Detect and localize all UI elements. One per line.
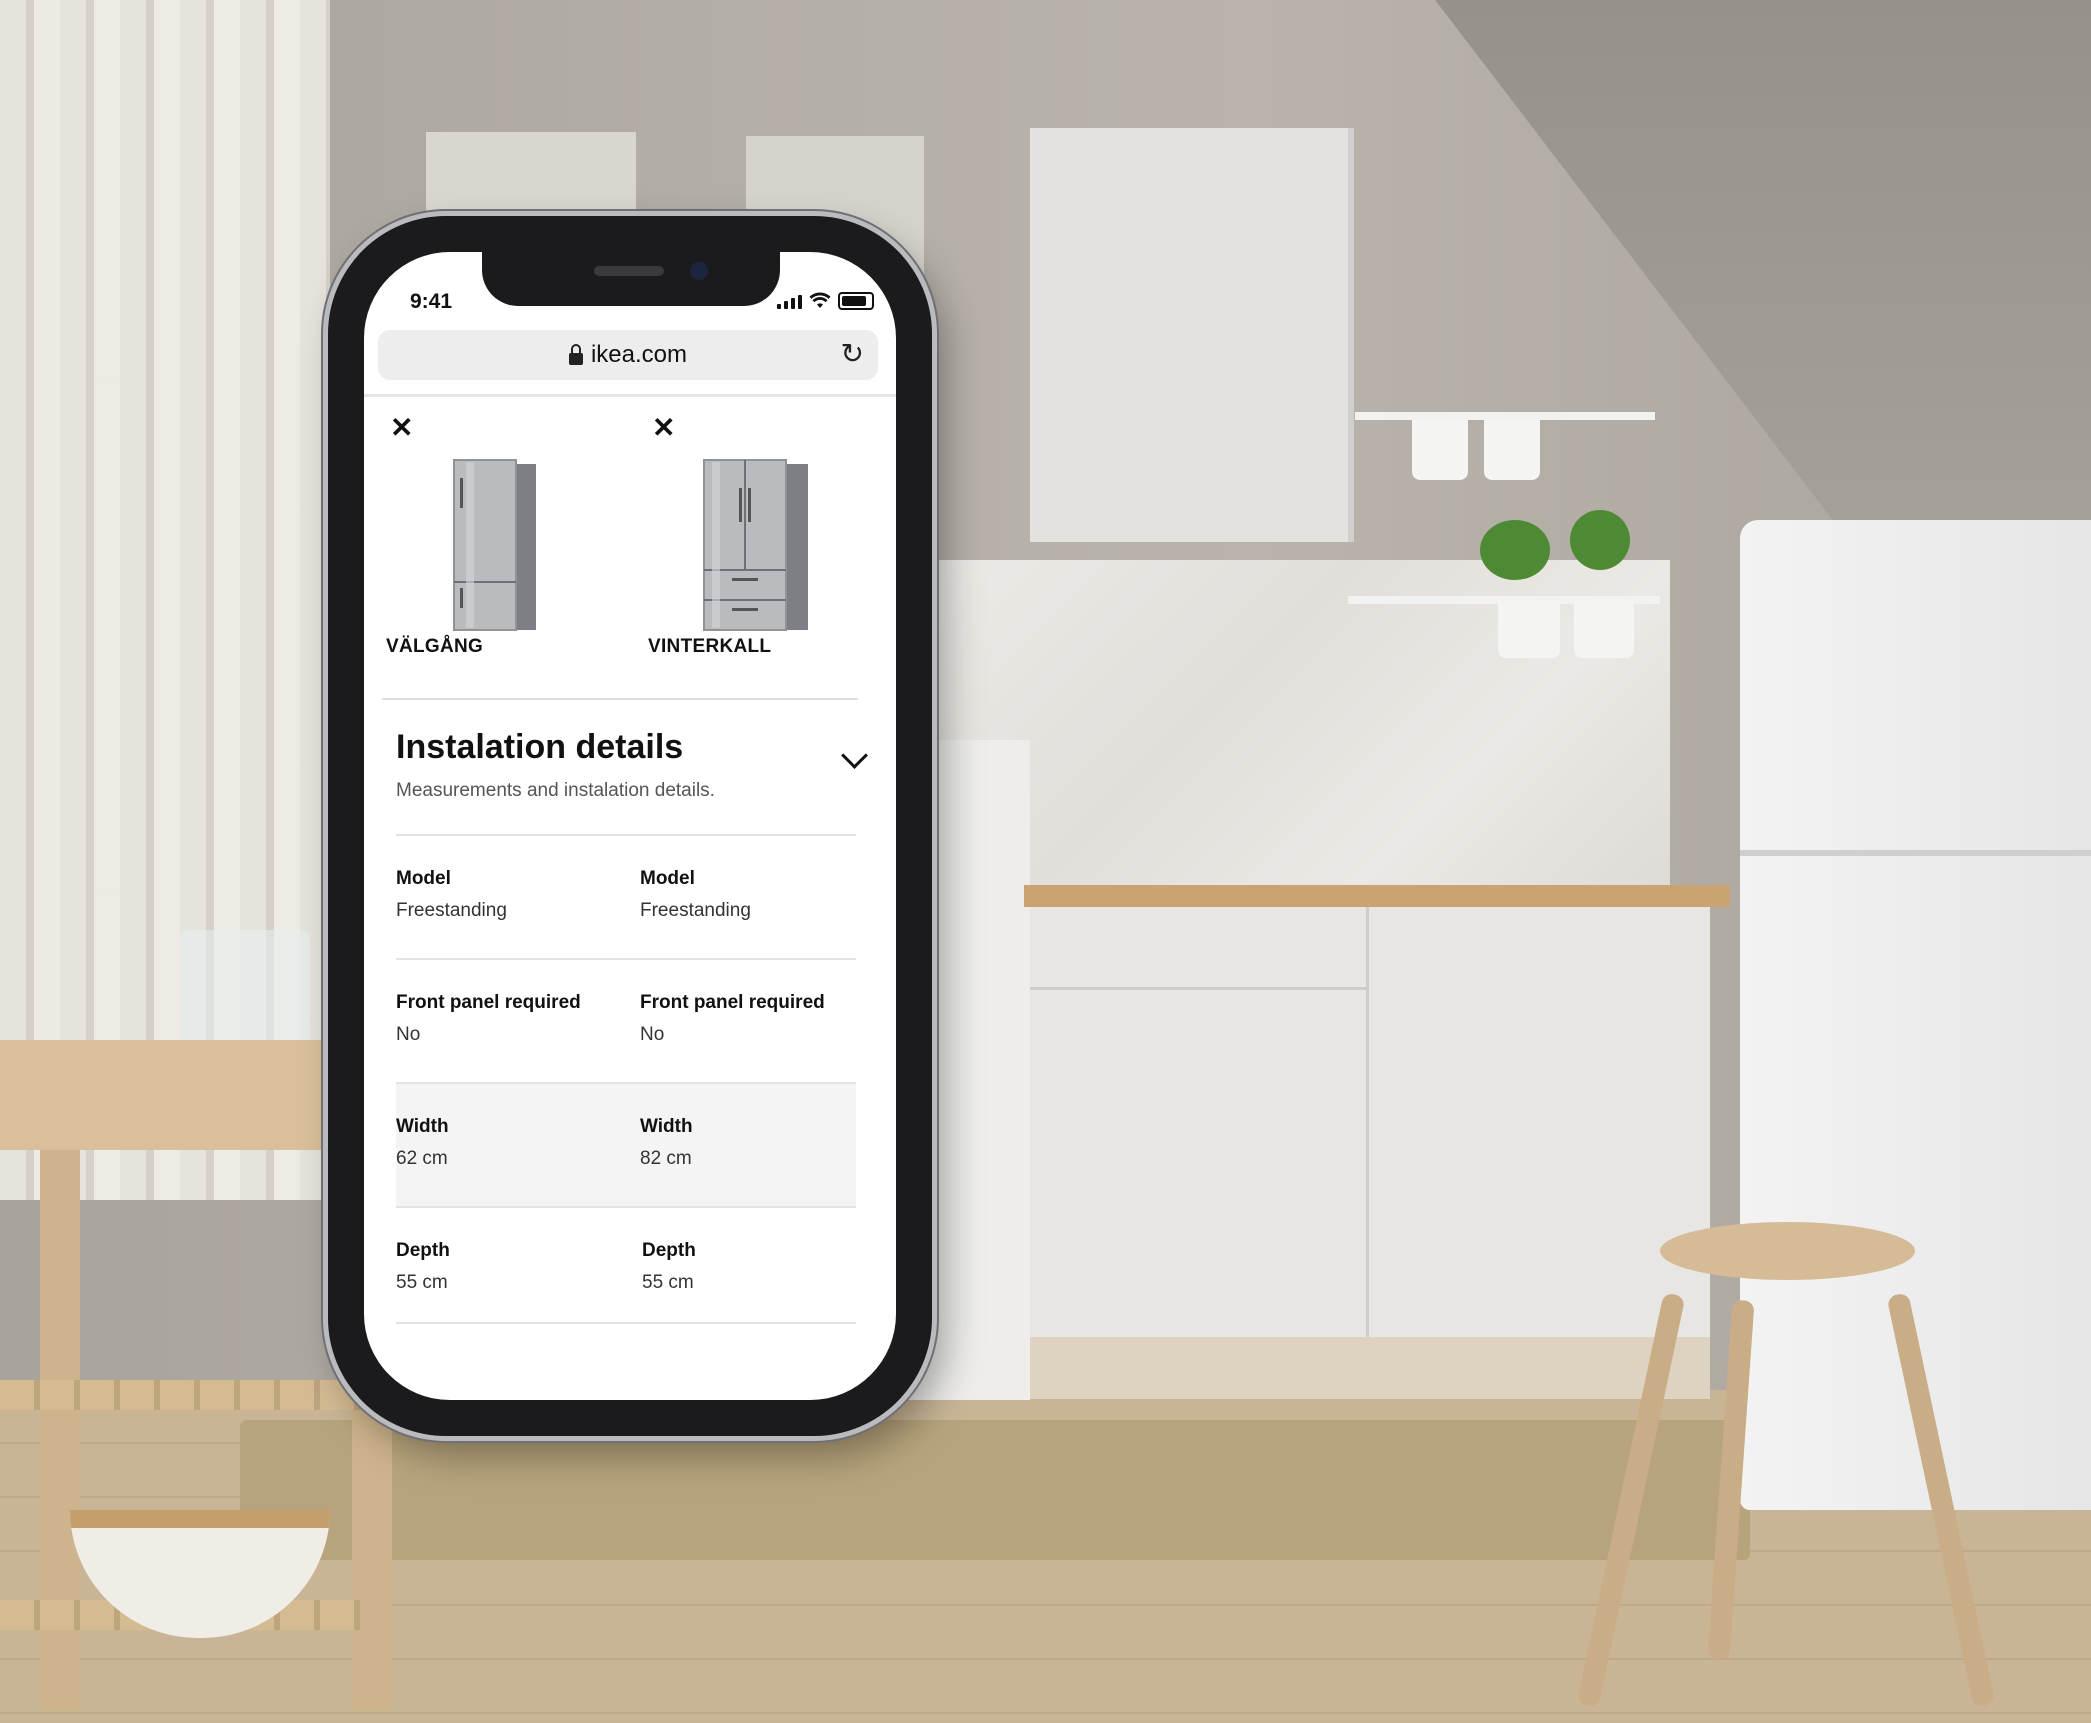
upper-cabinet	[1030, 128, 1354, 542]
divider	[396, 1322, 856, 1344]
stool-seat	[1660, 1222, 1915, 1280]
spec-label: Model	[640, 868, 695, 889]
divider	[364, 394, 896, 397]
fridge-door-line	[1740, 850, 2091, 856]
close-icon[interactable]: ✕	[652, 414, 675, 442]
spec-label: Front panel required	[640, 992, 825, 1013]
compare-products: ✕ VÄLGÅNG ✕ VINTERKALL	[364, 402, 896, 694]
cabinet-divider	[1030, 987, 1366, 990]
spec-value: 82 cm	[640, 1148, 692, 1169]
table-shelf	[0, 1380, 360, 1410]
spec-cell: Depth 55 cm	[396, 1240, 450, 1294]
battery-icon	[838, 292, 874, 310]
spec-label: Width	[640, 1116, 693, 1137]
compare-product: ✕ VÄLGÅNG	[364, 402, 624, 694]
section-title: Instalation details	[396, 728, 684, 766]
lock-icon	[568, 344, 583, 365]
spec-value: 55 cm	[642, 1272, 694, 1293]
spec-value: 62 cm	[396, 1148, 448, 1169]
url-text: ikea.com	[590, 341, 688, 368]
phone-screen: 9:41 ikea.com ↻ ✕ VÄLGÅNG ✕ VINTERKALL I…	[364, 252, 896, 1400]
spec-row: Depth 55 cm Depth 55 cm	[396, 1206, 856, 1330]
divider	[382, 698, 858, 700]
herb-plant	[1480, 520, 1550, 580]
product-name[interactable]: VÄLGÅNG	[386, 636, 483, 658]
base-cabinet	[1030, 907, 1710, 1337]
wifi-icon	[809, 292, 831, 308]
spec-cell: Front panel required No	[396, 992, 581, 1046]
compare-product: ✕ VINTERKALL	[626, 402, 886, 694]
rail-pot	[1412, 420, 1468, 480]
spec-value: Freestanding	[396, 900, 507, 921]
installation-details-accordion[interactable]: Instalation details Measurements and ins…	[396, 720, 868, 820]
spec-cell: Width 62 cm	[396, 1116, 449, 1170]
spec-label: Front panel required	[396, 992, 581, 1013]
herb-plant	[1570, 510, 1630, 570]
reload-icon[interactable]: ↻	[841, 340, 864, 368]
spec-label: Model	[396, 868, 451, 889]
spec-cell: Front panel required No	[640, 992, 825, 1046]
spec-row: Front panel required No Front panel requ…	[396, 958, 856, 1082]
plant-pot	[1498, 600, 1560, 658]
plant-pot	[1574, 600, 1634, 658]
spec-cell: Width 82 cm	[640, 1116, 693, 1170]
close-icon[interactable]: ✕	[390, 414, 413, 442]
freestanding-fridge-freezer-image	[453, 459, 536, 631]
rug	[240, 1420, 1750, 1560]
notch	[482, 252, 780, 306]
spec-cell: Model Freestanding	[396, 868, 507, 922]
smartphone: 9:41 ikea.com ↻ ✕ VÄLGÅNG ✕ VINTERKALL I…	[328, 216, 932, 1436]
address-bar[interactable]: ikea.com ↻	[378, 330, 878, 380]
french-door-fridge-image	[703, 459, 808, 631]
spec-label: Width	[396, 1116, 449, 1137]
chevron-down-icon[interactable]	[841, 742, 868, 769]
spec-cell: Model Freestanding	[640, 868, 751, 922]
spec-row: Model Freestanding Model Freestanding	[396, 834, 856, 958]
signal-icon	[777, 293, 802, 309]
spec-label: Depth	[396, 1240, 450, 1261]
cabinet-divider	[1366, 907, 1369, 1337]
spec-label: Depth	[642, 1240, 696, 1261]
section-subtitle: Measurements and instalation details.	[396, 780, 715, 801]
countertop	[1024, 885, 1730, 907]
spec-table: Model Freestanding Model Freestanding Fr…	[396, 834, 856, 1330]
spec-row: Width 62 cm Width 82 cm	[396, 1082, 856, 1206]
status-icons	[777, 290, 874, 312]
spec-value: Freestanding	[640, 900, 751, 921]
kitchen-background-photo	[0, 0, 2091, 1723]
spec-value: 55 cm	[396, 1272, 448, 1293]
speaker-grille	[594, 266, 664, 276]
cabinet-plinth	[1030, 1337, 1710, 1399]
spec-value: No	[396, 1024, 421, 1045]
front-camera	[690, 262, 708, 280]
wall-rail	[1355, 412, 1655, 420]
spec-value: No	[640, 1024, 665, 1045]
spec-cell: Depth 55 cm	[642, 1240, 696, 1294]
product-name[interactable]: VINTERKALL	[648, 636, 771, 658]
status-time: 9:41	[410, 290, 453, 313]
rail-pot	[1484, 420, 1540, 480]
